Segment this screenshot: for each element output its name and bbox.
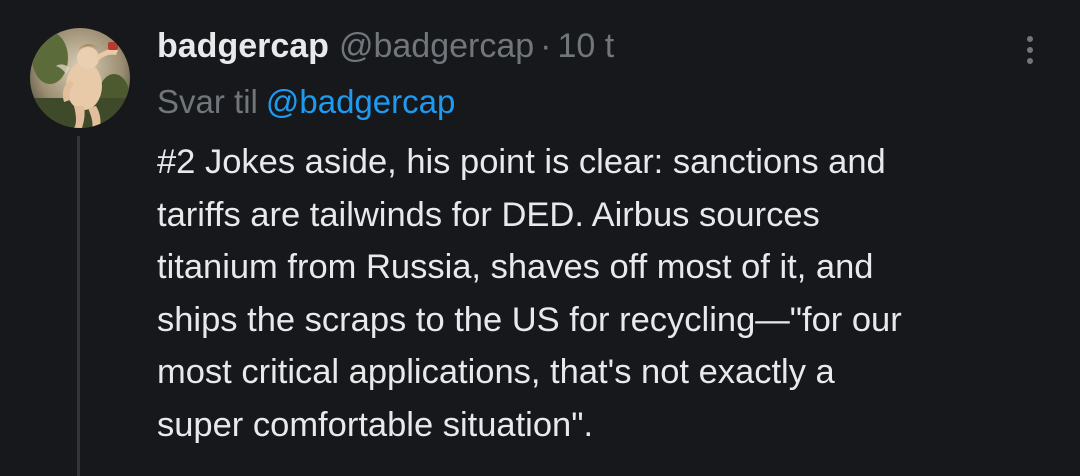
tweet-text: #2 Jokes aside, his point is clear: sanc… [157,136,1062,451]
avatar[interactable] [30,28,130,128]
thread-line [77,136,80,476]
author-name[interactable]: badgercap [157,27,329,65]
separator-dot: · [540,27,552,65]
timestamp[interactable]: 10 t [557,27,614,65]
tweet-text-line: most critical applications, that's not e… [157,353,835,391]
author-handle[interactable]: @badgercap [339,27,534,65]
more-vertical-icon [1027,36,1033,64]
tweet-text-line: titanium from Russia, shaves off most of… [157,248,874,286]
tweet-header: badgercap @badgercap · 10 t [157,26,614,66]
replying-to-label: Svar til [157,83,258,120]
tweet-text-line: tariffs are tailwinds for DED. Airbus so… [157,195,820,234]
more-options-button[interactable] [1010,30,1050,70]
tweet-text-line: super comfortable situation". [157,405,594,444]
tweet-text-line: #2 Jokes aside, his point is clear: sanc… [157,143,886,181]
replying-to-handle-link[interactable]: @badgercap [266,83,455,120]
tweet-text-line: ships the scraps to the US for recycling… [157,300,902,339]
replying-to: Svar til @badgercap [157,82,455,122]
tweet[interactable]: badgercap @badgercap · 10 t Svar til @badger… [0,0,1080,476]
avatar-image [30,28,130,128]
